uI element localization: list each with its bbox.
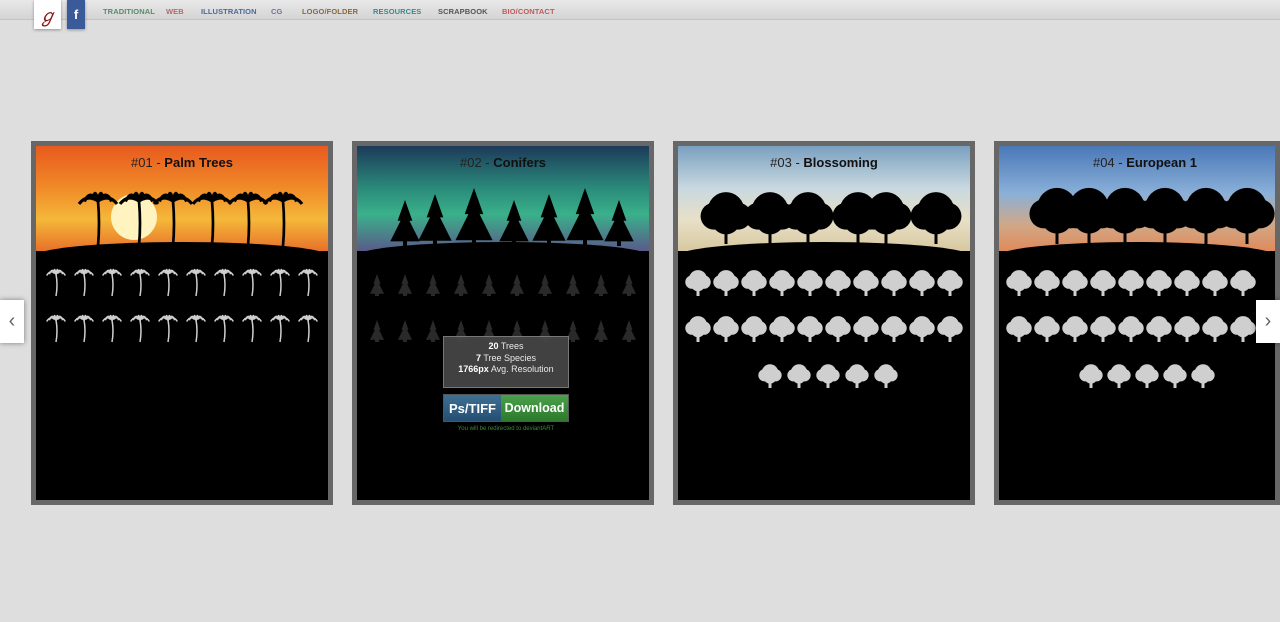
card-title: #02 - Conifers <box>460 155 546 170</box>
nav-link-illustration[interactable]: ILLUSTRATION <box>201 7 257 17</box>
page: ℊ f TRADITIONAL WEB ILLUSTRATION CG LOGO… <box>0 0 1280 622</box>
nav-link-bio-contact[interactable]: BIO/CONTACT <box>502 7 555 17</box>
european-tree-silhouettes <box>1006 187 1275 388</box>
tree-pack-card-european-1[interactable]: #04 - European 1 <box>994 141 1280 505</box>
conifer-silhouettes <box>369 188 637 342</box>
chevron-left-icon: ‹ <box>8 310 16 332</box>
card-title: #03 - Blossoming <box>770 155 878 170</box>
nav-link-resources[interactable]: RESOURCES <box>373 7 421 17</box>
chevron-right-icon: › <box>1264 310 1272 332</box>
tree-pack-card-blossoming[interactable]: #03 - Blossoming <box>673 141 975 505</box>
nav-link-scrapbook[interactable]: SCRAPBOOK <box>438 7 488 17</box>
top-navigation-bar: ℊ f TRADITIONAL WEB ILLUSTRATION CG LOGO… <box>0 0 1280 29</box>
tree-pack-card-palm-trees[interactable]: #01 - Palm Trees <box>31 141 333 505</box>
tree-pack-card-conifers[interactable]: #02 - Conifers 20 Trees 7 Tree Species 1… <box>352 141 654 505</box>
format-label[interactable]: Ps/TIFF <box>444 395 501 421</box>
previous-arrow-button[interactable]: ‹ <box>0 300 24 343</box>
card-title: #01 - Palm Trees <box>131 155 233 170</box>
pack-info-box: 20 Trees 7 Tree Species 1766px Avg. Reso… <box>443 336 569 388</box>
facebook-icon[interactable]: f <box>67 0 85 29</box>
logo-glyph: ℊ <box>38 5 57 27</box>
palm-tree-silhouettes <box>46 191 318 343</box>
card-preview: #02 - Conifers 20 Trees 7 Tree Species 1… <box>357 146 649 500</box>
nav-link-cg[interactable]: CG <box>271 7 282 17</box>
card-preview: #03 - Blossoming <box>678 146 970 500</box>
nav-link-logo-folder[interactable]: LOGO/FOLDER <box>302 7 358 17</box>
download-label[interactable]: Download <box>501 395 568 421</box>
redirect-note: You will be redirected to deviantART <box>457 426 555 432</box>
site-logo[interactable]: ℊ <box>34 0 61 29</box>
card-title: #04 - European 1 <box>1092 155 1198 170</box>
card-preview: #04 - European 1 <box>999 146 1275 500</box>
resolution-line: 1766px Avg. Resolution <box>458 364 554 374</box>
nav-link-traditional[interactable]: TRADITIONAL <box>103 7 155 17</box>
nav-link-web[interactable]: WEB <box>166 7 184 17</box>
blossoming-tree-silhouettes <box>685 192 963 388</box>
next-arrow-button[interactable]: › <box>1256 300 1280 343</box>
trees-count-line: 20 Trees <box>488 341 524 351</box>
species-count-line: 7 Tree Species <box>475 352 537 363</box>
card-preview: #01 - Palm Trees <box>36 146 328 500</box>
download-button[interactable]: Ps/TIFF Download <box>443 394 569 422</box>
